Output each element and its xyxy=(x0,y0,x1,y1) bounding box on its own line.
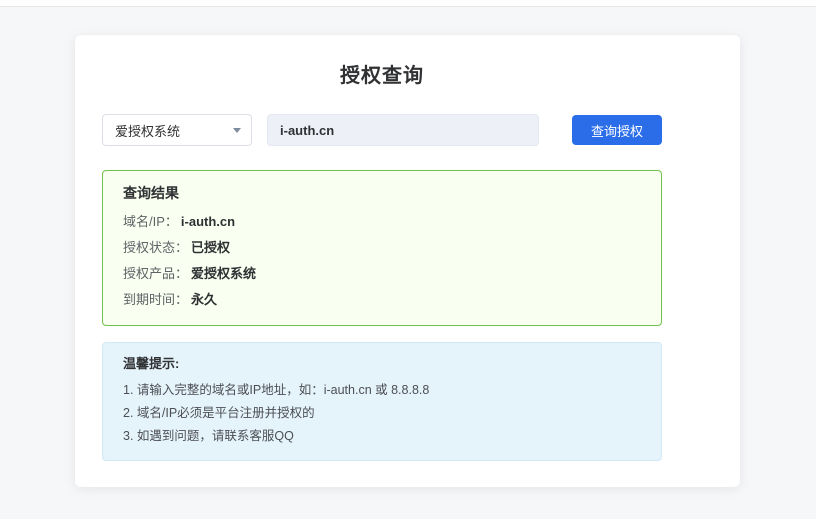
query-button[interactable]: 查询授权 xyxy=(572,115,662,145)
result-value: 永久 xyxy=(191,292,217,307)
tips-item: 3. 如遇到问题，请联系客服QQ xyxy=(123,425,641,448)
result-label: 授权产品： xyxy=(123,266,188,281)
tips-title: 温馨提示: xyxy=(123,355,641,373)
product-select-value: 爱授权系统 xyxy=(115,121,180,140)
result-label: 到期时间： xyxy=(123,292,188,307)
result-row-expiry: 到期时间：永久 xyxy=(123,287,641,313)
result-label: 授权状态： xyxy=(123,240,188,255)
product-select[interactable]: 爱授权系统 xyxy=(102,114,252,146)
tips-item: 2. 域名/IP必须是平台注册并授权的 xyxy=(123,402,641,425)
page-top-divider xyxy=(0,0,816,7)
caret-down-icon xyxy=(233,128,241,133)
result-value: 爱授权系统 xyxy=(191,266,256,281)
query-card: 授权查询 爱授权系统 查询授权 查询结果 域名/IP：i-auth.cn 授权状… xyxy=(75,35,740,487)
result-row-status: 授权状态：已授权 xyxy=(123,235,641,261)
tips-panel: 温馨提示: 1. 请输入完整的域名或IP地址，如：i-auth.cn 或 8.8… xyxy=(102,342,662,461)
result-label: 域名/IP： xyxy=(123,214,178,229)
page-title: 授权查询 xyxy=(102,59,662,88)
result-row-product: 授权产品：爱授权系统 xyxy=(123,261,641,287)
result-panel: 查询结果 域名/IP：i-auth.cn 授权状态：已授权 授权产品：爱授权系统… xyxy=(102,170,662,326)
result-title: 查询结果 xyxy=(123,184,641,202)
result-row-domain: 域名/IP：i-auth.cn xyxy=(123,209,641,235)
tips-item: 1. 请输入完整的域名或IP地址，如：i-auth.cn 或 8.8.8.8 xyxy=(123,379,641,402)
result-value: i-auth.cn xyxy=(181,214,235,229)
card-content: 授权查询 爱授权系统 查询授权 查询结果 域名/IP：i-auth.cn 授权状… xyxy=(102,59,662,461)
result-value: 已授权 xyxy=(191,240,230,255)
domain-input[interactable] xyxy=(267,114,539,146)
query-form: 爱授权系统 查询授权 xyxy=(102,114,662,146)
